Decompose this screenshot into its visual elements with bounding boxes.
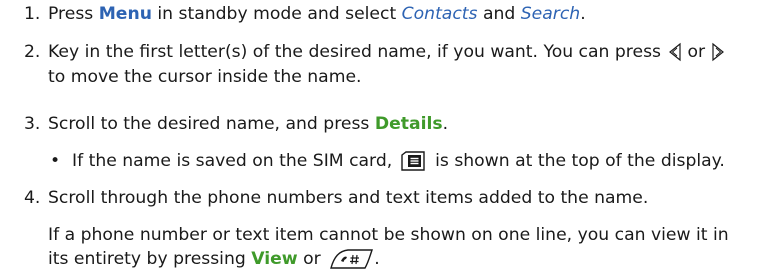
step-text: . bbox=[442, 114, 449, 134]
step-4: 4. Scroll through the phone numbers and t… bbox=[24, 187, 648, 209]
contacts-menu-label: Contacts bbox=[401, 4, 478, 24]
search-menu-label: Search bbox=[520, 4, 581, 24]
step-2: 2. Key in the first letter(s) of the desi… bbox=[24, 41, 727, 63]
sim-card-icon bbox=[400, 151, 426, 171]
view-softkey-label: View bbox=[251, 249, 298, 269]
call-key-icon bbox=[328, 248, 374, 270]
scroll-left-icon bbox=[666, 42, 684, 62]
note-text: or bbox=[297, 249, 327, 269]
step-text: Scroll through the phone numbers and tex… bbox=[48, 188, 649, 208]
step-2-continued: to move the cursor inside the name. bbox=[48, 67, 362, 87]
bullet-text: is shown at the top of the display. bbox=[429, 151, 725, 171]
step-number: 4. bbox=[24, 188, 41, 208]
step-4-note-line-2: its entirety by pressing View or . bbox=[48, 248, 380, 270]
step-3: 3. Scroll to the desired name, and press … bbox=[24, 113, 448, 135]
bullet-mark: • bbox=[50, 151, 61, 171]
step-text: or bbox=[687, 42, 706, 62]
details-softkey-label: Details bbox=[374, 114, 443, 134]
step-4-note-line-1: If a phone number or text item cannot be… bbox=[48, 225, 729, 245]
note-text: . bbox=[374, 249, 380, 269]
step-text: and bbox=[477, 4, 521, 24]
step-3-bullet: • If the name is saved on the SIM card, i… bbox=[50, 150, 725, 172]
scroll-right-icon bbox=[709, 42, 727, 62]
step-number: 1. bbox=[24, 4, 41, 24]
step-text: Scroll to the desired name, and press bbox=[48, 114, 375, 134]
step-number: 3. bbox=[24, 114, 41, 134]
step-text: Press bbox=[48, 4, 99, 24]
menu-softkey-label: Menu bbox=[98, 4, 152, 24]
note-text: its entirety by pressing bbox=[48, 249, 252, 269]
bullet-text: If the name is saved on the SIM card, bbox=[72, 151, 398, 171]
step-text: . bbox=[580, 4, 586, 24]
step-1: 1. Press Menu in standby mode and select … bbox=[24, 3, 586, 25]
step-number: 2. bbox=[24, 42, 41, 62]
step-text: Key in the first letter(s) of the desire… bbox=[48, 42, 667, 62]
step-text: in standby mode and select bbox=[151, 4, 402, 24]
